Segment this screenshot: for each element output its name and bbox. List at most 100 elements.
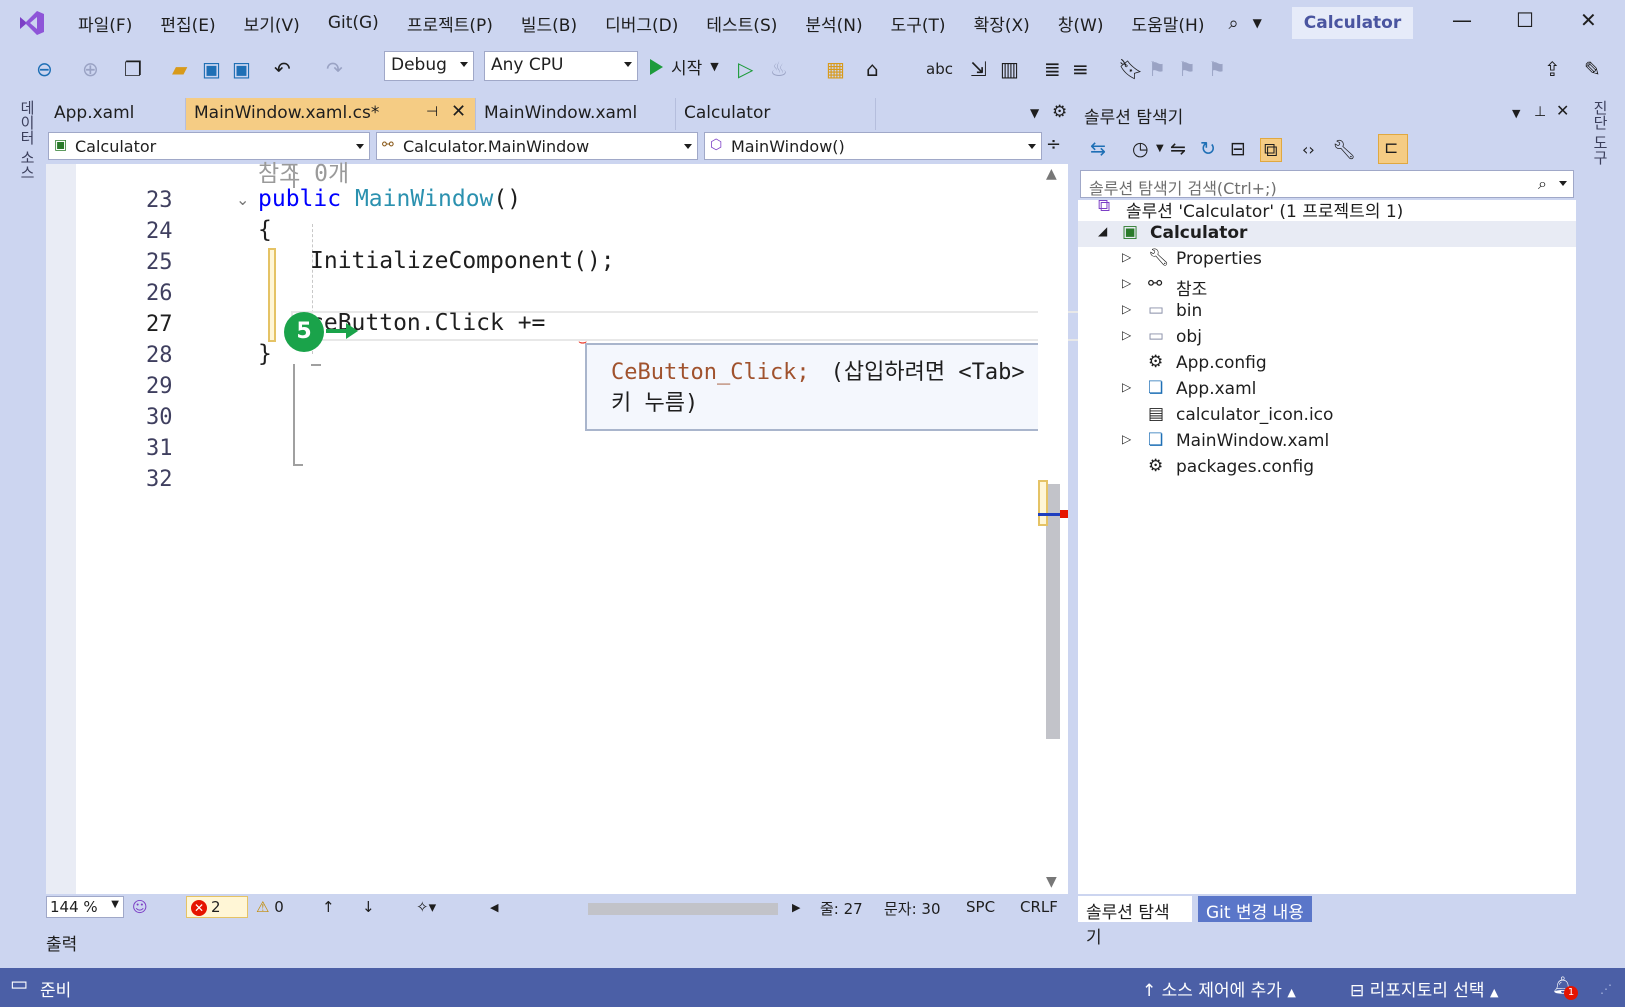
new-project-icon[interactable]: ❐: [124, 55, 142, 83]
output-window-icon[interactable]: ▭: [10, 973, 28, 995]
chevron-down-icon[interactable]: ▼: [1512, 107, 1520, 120]
configuration-select[interactable]: Debug: [384, 51, 474, 81]
collapsed-icon[interactable]: ▷: [1122, 302, 1131, 316]
menu-file[interactable]: 파일(F): [64, 11, 146, 36]
copilot-icon[interactable]: ☺: [132, 898, 148, 916]
tree-item-packages-config[interactable]: ⚙ packages.config: [1078, 455, 1576, 481]
tree-item-calculator-icon[interactable]: ▤ calculator_icon.ico: [1078, 403, 1576, 429]
error-count-button[interactable]: ✕ 2: [186, 896, 248, 918]
add-to-source-control-button[interactable]: ↑ 소스 제어에 추가 ▲: [1142, 976, 1296, 1001]
gear-icon[interactable]: ⚙: [1052, 102, 1067, 122]
collapsed-icon[interactable]: ▷: [1122, 432, 1131, 446]
tree-item-solution[interactable]: ⧉ 솔루션 'Calculator' (1 프로젝트의 1): [1078, 195, 1576, 222]
select-repository-button[interactable]: ⊟ 리포지토리 선택 ▲: [1350, 976, 1498, 1001]
pending-changes-filter-icon[interactable]: ◷: [1132, 138, 1149, 160]
uncomment-icon[interactable]: ≡: [1072, 55, 1089, 83]
editor-vertical-scrollbar[interactable]: ▲ ▼: [1038, 164, 1068, 894]
menu-view[interactable]: 보기(V): [230, 11, 314, 36]
previous-issue-icon[interactable]: ↑: [322, 898, 335, 916]
collapsed-icon[interactable]: ▷: [1122, 250, 1131, 264]
codelens-references[interactable]: 참조 0개: [258, 154, 349, 188]
save-icon[interactable]: ▣: [202, 55, 221, 83]
tree-item-properties[interactable]: ▷ 🔧︎ Properties: [1078, 247, 1576, 273]
search-icon[interactable]: ⌕: [1228, 13, 1238, 34]
line-ending-indicator[interactable]: CRLF: [1020, 898, 1058, 916]
step-into-icon[interactable]: ⇲: [970, 55, 987, 83]
split-editor-icon[interactable]: ÷: [1046, 134, 1061, 155]
warning-count-button[interactable]: ⚠ 0: [256, 898, 284, 916]
sync-with-document-icon[interactable]: ⇋: [1170, 138, 1186, 160]
redo-icon[interactable]: ↷: [326, 55, 343, 83]
preview-selected-items-button[interactable]: ⊏: [1378, 134, 1408, 164]
tree-item-bin[interactable]: ▷ ▭ bin: [1078, 299, 1576, 325]
tab-solution-explorer[interactable]: 솔루션 탐색기: [1078, 896, 1192, 948]
whitespace-indicator[interactable]: SPC: [966, 898, 995, 916]
columns-icon[interactable]: ▥: [1000, 55, 1019, 83]
menu-build[interactable]: 빌드(B): [507, 11, 591, 36]
menu-git[interactable]: Git(G): [314, 13, 393, 33]
clear-bookmarks-icon[interactable]: ⚑: [1208, 55, 1226, 83]
collapse-all-icon[interactable]: ⊟: [1230, 138, 1246, 160]
bookmark-icon[interactable]: 🔖︎: [1118, 55, 1143, 83]
code-editor[interactable]: 참조 0개 23 24 25 26 27 28 29 30 31 32 ⌄ pu…: [46, 161, 1253, 894]
comment-icon[interactable]: ≣: [1044, 55, 1061, 83]
scroll-up-icon[interactable]: ▲: [1046, 166, 1057, 182]
refresh-icon[interactable]: ↻: [1200, 138, 1216, 160]
spell-check-icon[interactable]: abc: [926, 55, 953, 83]
type-select[interactable]: ⚯ Calculator.MainWindow: [376, 132, 698, 160]
data-sources-side-tab[interactable]: 데이터 소스: [16, 100, 38, 180]
navigate-back-icon[interactable]: ⊖: [36, 55, 53, 83]
tab-output[interactable]: 출력: [46, 930, 77, 955]
search-icon[interactable]: ⌕: [1538, 174, 1547, 194]
tree-item-project-calculator[interactable]: ◢ ▣ Calculator: [1078, 221, 1576, 247]
maximize-button[interactable]: ☐: [1516, 8, 1534, 32]
menu-extensions[interactable]: 확장(X): [960, 11, 1044, 36]
chevron-down-icon[interactable]: ▼: [1156, 143, 1164, 154]
next-bookmark-icon[interactable]: ⚑: [1178, 55, 1196, 83]
navigate-forward-icon[interactable]: ⊕: [82, 55, 99, 83]
pin-icon[interactable]: ⊣: [426, 104, 438, 120]
close-button[interactable]: ✕: [1580, 8, 1597, 32]
browser-link-icon[interactable]: ⌂: [866, 55, 879, 83]
close-icon[interactable]: ✕: [451, 101, 466, 122]
zoom-select[interactable]: 144 % ▼: [46, 896, 124, 918]
tab-app-xaml[interactable]: App.xaml: [46, 98, 186, 130]
collapsed-icon[interactable]: ▷: [1122, 276, 1131, 290]
pin-icon[interactable]: ⊥: [1534, 104, 1546, 120]
tab-git-changes[interactable]: Git 변경 내용: [1198, 896, 1312, 923]
feedback-icon[interactable]: ✎: [1584, 55, 1601, 83]
tree-item-mainwindow-xaml[interactable]: ▷ ❏ MainWindow.xaml: [1078, 429, 1576, 455]
menu-test[interactable]: 테스트(S): [692, 11, 791, 36]
scroll-right-icon[interactable]: ▶: [792, 901, 800, 914]
horizontal-scrollbar-thumb[interactable]: [588, 903, 778, 915]
minimize-button[interactable]: —: [1452, 8, 1472, 32]
tree-item-app-config[interactable]: ⚙ App.config: [1078, 351, 1576, 377]
start-debugging-button[interactable]: 시작 ▼: [650, 54, 719, 79]
chevron-down-icon[interactable]: ▼: [1030, 106, 1039, 120]
scrollbar-thumb[interactable]: [1046, 484, 1060, 739]
save-all-icon[interactable]: ▣: [232, 55, 251, 83]
diagnostic-tools-side-tab[interactable]: 진단 도구: [1589, 100, 1611, 165]
next-issue-icon[interactable]: ↓: [362, 898, 375, 916]
hot-reload-icon[interactable]: ♨: [770, 55, 788, 83]
undo-icon[interactable]: ↶: [274, 55, 291, 83]
open-folder-icon[interactable]: ▰: [172, 55, 187, 83]
menu-project[interactable]: 프로젝트(P): [393, 11, 507, 36]
notifications-button[interactable]: 🔔︎ 1: [1552, 976, 1578, 1000]
menu-edit[interactable]: 편집(E): [146, 11, 229, 36]
switch-views-icon[interactable]: ⇆: [1090, 138, 1106, 160]
tree-item-obj[interactable]: ▷ ▭ obj: [1078, 325, 1576, 351]
tab-calculator[interactable]: Calculator: [676, 98, 876, 130]
expanded-icon[interactable]: ◢: [1098, 224, 1107, 238]
resize-grip-icon[interactable]: ⋰: [1600, 982, 1612, 996]
chevron-down-icon[interactable]: ▼: [1253, 16, 1262, 30]
menu-analyze[interactable]: 분석(N): [791, 11, 876, 36]
collapse-region-icon[interactable]: ⌄: [236, 190, 249, 209]
line-indicator[interactable]: 줄: 27: [820, 898, 863, 919]
collapsed-icon[interactable]: ▷: [1122, 328, 1131, 342]
scroll-left-icon[interactable]: ◀: [490, 901, 498, 914]
properties-icon[interactable]: 🔧︎: [1332, 138, 1356, 161]
column-indicator[interactable]: 문자: 30: [884, 898, 941, 919]
solution-folder-icon[interactable]: ▦: [826, 55, 845, 83]
collapsed-icon[interactable]: ▷: [1122, 380, 1131, 394]
